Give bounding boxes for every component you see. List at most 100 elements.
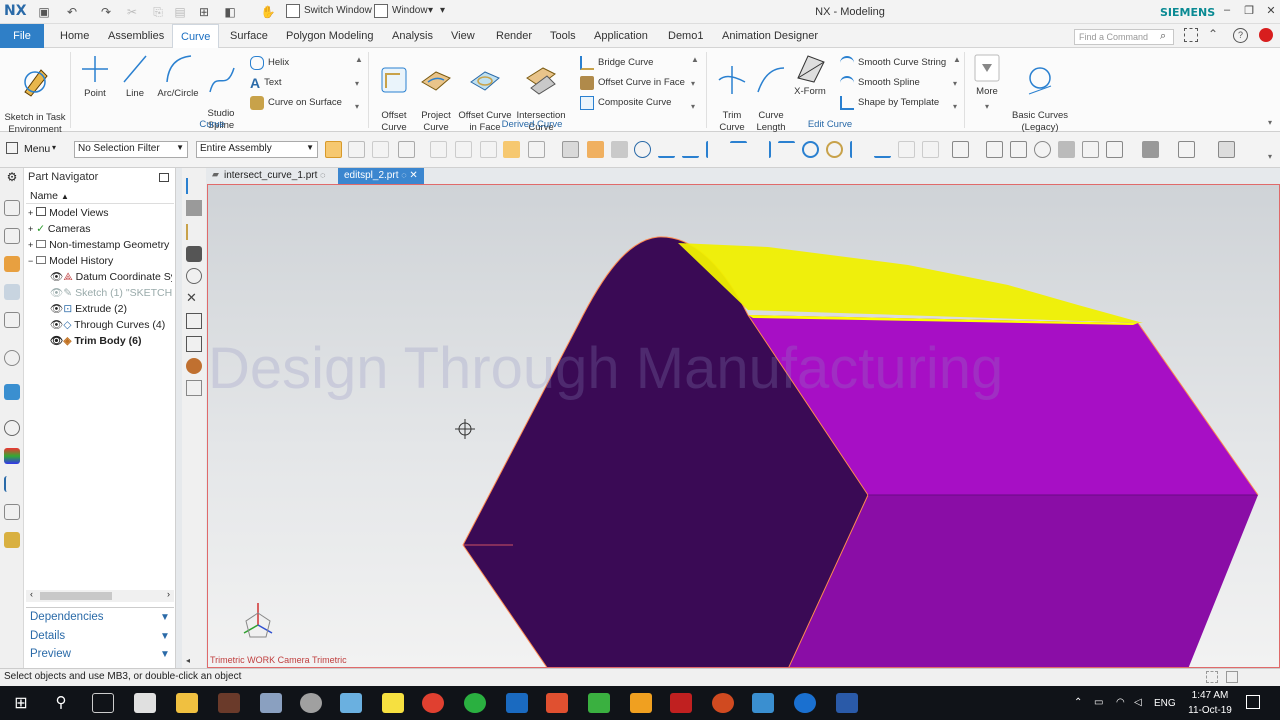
notifications-icon[interactable] <box>1246 695 1260 709</box>
tab-home[interactable]: Home <box>52 24 97 48</box>
tree-row-non-timestamp[interactable]: + Non-timestamp Geometry <box>28 237 172 253</box>
chevron-down-icon[interactable]: ▼ <box>160 631 170 642</box>
export-icon[interactable] <box>186 336 202 352</box>
search-icon[interactable]: ⌕ <box>1160 30 1166 43</box>
battery-icon[interactable]: ▭ <box>1094 697 1103 708</box>
line-button[interactable]: Line <box>116 52 154 100</box>
point-button[interactable]: Point <box>76 52 114 100</box>
edit-gallery-down-icon[interactable]: ▾ <box>953 79 957 88</box>
chevron-down-icon[interactable]: ▼ <box>160 649 170 660</box>
tree-row-trim-body[interactable]: 👁◈ Trim Body (6) <box>28 333 172 349</box>
view-triad[interactable] <box>243 603 273 638</box>
snipping-tool-icon[interactable] <box>260 693 282 713</box>
reuse-library-icon[interactable] <box>4 284 20 300</box>
horizontal-scrollbar[interactable]: ‹ › <box>26 589 174 602</box>
help-icon[interactable]: ? <box>1233 28 1248 43</box>
scroll-right-icon[interactable]: › <box>167 589 170 599</box>
menu-icon[interactable] <box>6 142 18 154</box>
selection-icon[interactable] <box>1206 671 1218 683</box>
hide-icon[interactable] <box>186 268 202 284</box>
volume-icon[interactable]: ◁ <box>1134 697 1142 708</box>
hd3d-icon[interactable] <box>4 312 20 328</box>
toolbar-options-icon[interactable]: ▾ <box>1268 152 1272 161</box>
helix-button[interactable]: Helix <box>250 53 362 73</box>
tree-row-extrude[interactable]: 👁⊡ Extrude (2) <box>28 301 172 317</box>
part-navigator-tab-icon[interactable] <box>4 256 20 272</box>
rotate-icon[interactable] <box>1034 141 1051 158</box>
xform-button[interactable]: X-Form <box>790 52 830 98</box>
fit-icon[interactable] <box>1106 141 1123 158</box>
word-icon[interactable] <box>836 693 858 713</box>
derived-gallery-up-icon[interactable]: ▲ <box>691 55 699 64</box>
calculator-icon[interactable] <box>134 693 156 713</box>
details-panel[interactable]: Details <box>30 630 65 642</box>
wireframe-icon[interactable] <box>1082 141 1099 158</box>
body-icon[interactable] <box>611 141 628 158</box>
arc-circle-button[interactable]: Arc/Circle <box>156 52 200 100</box>
find-command-input[interactable]: Find a Command <box>1074 29 1174 45</box>
close-button[interactable]: ✕ <box>1262 4 1280 20</box>
measure-icon[interactable] <box>186 380 202 396</box>
file-explorer-icon[interactable] <box>176 693 198 713</box>
tree-row-model-views[interactable]: + Model Views <box>28 205 172 221</box>
web-browser-icon[interactable] <box>4 350 20 366</box>
render-style-icon[interactable] <box>1142 141 1159 158</box>
delete-icon[interactable]: ✕ <box>186 290 202 306</box>
select-edges-icon[interactable] <box>455 141 472 158</box>
constraint-navigator-icon[interactable] <box>4 228 20 244</box>
layer-icon[interactable] <box>1178 141 1195 158</box>
select-bodies-icon[interactable] <box>348 141 365 158</box>
tab-surface[interactable]: Surface <box>222 24 276 48</box>
filter-icon[interactable] <box>372 141 389 158</box>
gallery-more-icon[interactable]: ▾ <box>355 102 359 111</box>
pan-icon[interactable] <box>1010 141 1027 158</box>
snap-center-icon[interactable] <box>802 141 819 158</box>
sketch-in-task-button[interactable]: Sketch in Task Environment <box>4 52 66 136</box>
trim-curve-button[interactable]: Trim Curve <box>712 52 752 134</box>
tray-expand-icon[interactable]: ⌃ <box>1074 697 1082 708</box>
snap-bounded-icon[interactable] <box>874 141 891 158</box>
column-header-name[interactable]: Name ▲ <box>26 188 174 204</box>
maximize-panel-icon[interactable] <box>159 173 169 182</box>
graphics-window[interactable]: Design Through Manufacturing Trimetric W… <box>207 184 1280 668</box>
more-dropdown-icon[interactable]: ▾ <box>985 102 989 111</box>
snap-point-icon[interactable] <box>480 141 497 158</box>
shape-by-template-button[interactable]: Shape by Template <box>840 93 954 113</box>
edge-icon[interactable] <box>794 693 816 713</box>
clock-date[interactable]: 11-Oct-19 <box>1186 705 1234 716</box>
copy-icon[interactable]: ⎘ <box>150 4 166 20</box>
project-curve-button[interactable]: Project Curve <box>416 52 456 134</box>
curve-tool-icon[interactable] <box>186 178 202 194</box>
snap-midpoint-icon[interactable] <box>754 141 771 158</box>
tab-polygon-modeling[interactable]: Polygon Modeling <box>278 24 381 48</box>
offset-curve-in-face-small-button[interactable]: Offset Curve in Face <box>580 73 692 93</box>
clock-time[interactable]: 1:47 AM <box>1186 690 1234 701</box>
material-icon[interactable] <box>186 358 202 374</box>
system-materials-icon[interactable] <box>4 448 20 464</box>
snap-tangent-icon[interactable] <box>706 141 723 158</box>
tab-assemblies[interactable]: Assemblies <box>100 24 172 48</box>
camtasia-icon[interactable] <box>588 693 610 713</box>
menu-dropdown-icon[interactable]: ▾ <box>52 143 56 152</box>
save-view-icon[interactable] <box>186 313 202 329</box>
doc-tab-intersect-curve[interactable]: intersect_curve_1.prt ◌ <box>218 168 332 184</box>
settings-icon[interactable]: ⚙ <box>4 170 20 186</box>
restore-button[interactable]: ❐ <box>1240 4 1258 20</box>
brush-icon[interactable] <box>186 224 202 240</box>
tab-tools[interactable]: Tools <box>542 24 584 48</box>
tree-row-model-history[interactable]: − Model History <box>28 253 172 269</box>
tree-row-datum[interactable]: 👁⟁ Datum Coordinate Sys <box>28 269 172 285</box>
snap-quadrant-icon[interactable] <box>826 141 843 158</box>
tree-row-cameras[interactable]: + ✓ Cameras <box>28 221 172 237</box>
touch-mode-icon[interactable]: ✋ <box>260 4 276 20</box>
select-faces-icon[interactable] <box>430 141 447 158</box>
manufacturing-wizards-icon[interactable] <box>4 504 20 520</box>
text-button[interactable]: A Text <box>250 73 362 93</box>
history-icon[interactable] <box>4 420 20 436</box>
recorder-icon[interactable] <box>546 693 568 713</box>
tree-row-through-curves[interactable]: 👁◇ Through Curves (4) <box>28 317 172 333</box>
paste-icon[interactable]: ▤ <box>172 4 188 20</box>
undo-icon[interactable]: ↶ <box>64 4 80 20</box>
line-app-icon[interactable] <box>464 693 486 713</box>
photos-icon[interactable] <box>218 693 240 713</box>
